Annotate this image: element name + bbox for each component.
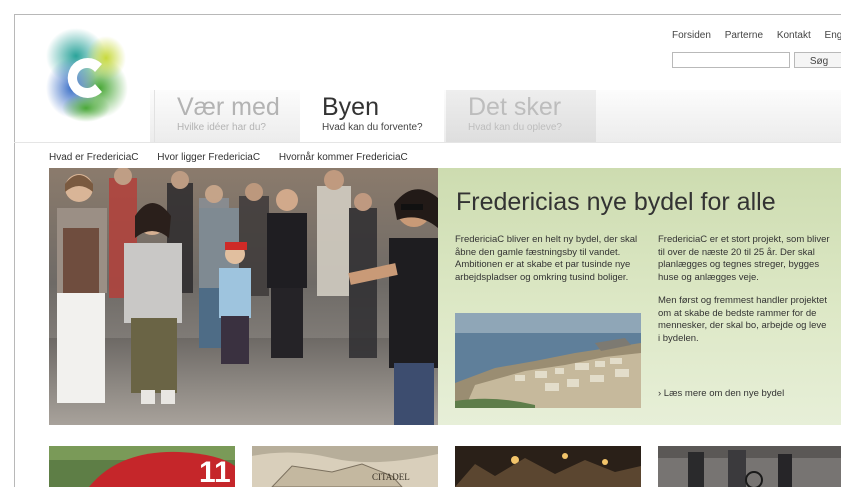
tab-byen[interactable]: Byen Hvad kan du forvente? (300, 90, 444, 142)
hero-crowd-photo (49, 168, 438, 425)
search-button[interactable]: Søg (794, 52, 841, 68)
tab-subtitle: Hvad kan du opleve? (468, 122, 562, 133)
page-frame: Forsiden Parterne Kontakt English Søg Væ… (0, 0, 841, 487)
hero-intro-text: FredericiaC bliver en helt ny bydel, der… (455, 234, 638, 283)
subnav-divider (14, 142, 841, 143)
top-nav-english[interactable]: English (825, 30, 841, 41)
tab-title: Vær med (177, 93, 280, 121)
top-nav-parterne[interactable]: Parterne (725, 30, 763, 41)
map-label: CITADEL (372, 472, 410, 482)
top-nav: Forsiden Parterne Kontakt English (672, 30, 841, 41)
aerial-harbor-photo (455, 313, 641, 408)
jersey-number: 11 (199, 456, 231, 487)
tab-subtitle: Hvad kan du forvente? (322, 122, 423, 133)
tab-title: Byen (322, 93, 379, 121)
fredericiac-logo[interactable] (46, 28, 128, 124)
hero-panel: Fredericias nye bydel for alle Frederici… (438, 168, 841, 425)
thumbnail-night-event[interactable] (455, 446, 641, 487)
tab-det-sker[interactable]: Det sker Hvad kan du opleve? (446, 90, 596, 142)
tab-title: Det sker (468, 93, 562, 121)
thumbnail-cycling[interactable] (658, 446, 841, 487)
subnav-hvor-ligger[interactable]: Hvor ligger FredericiaC (157, 152, 260, 163)
sub-nav: Hvad er FredericiaC Hvor ligger Frederic… (49, 152, 424, 163)
hero-paragraph: Men først og fremmest handler projektet … (658, 295, 827, 344)
tab-subtitle: Hvilke idéer har du? (177, 122, 266, 133)
thumbnail-sports[interactable]: 11 (49, 446, 235, 487)
top-nav-forsiden[interactable]: Forsiden (672, 30, 711, 41)
hero-paragraph: FredericiaC er et stort projekt, som bli… (658, 234, 830, 283)
hero-project-text: FredericiaC er et stort projekt, som bli… (658, 234, 830, 356)
page-top-border (14, 14, 841, 15)
subnav-hvornaar[interactable]: Hvornår kommer FredericiaC (279, 152, 408, 163)
subnav-hvad-er[interactable]: Hvad er FredericiaC (49, 152, 138, 163)
thumbnail-map[interactable]: CITADEL (252, 446, 438, 487)
tab-vaer-med[interactable]: Vær med Hvilke idéer har du? (154, 90, 298, 142)
page-left-border (14, 14, 15, 487)
top-nav-kontakt[interactable]: Kontakt (777, 30, 811, 41)
read-more-link[interactable]: › Læs mere om den nye bydel (658, 388, 784, 399)
hero-title: Fredericias nye bydel for alle (456, 188, 776, 216)
search-input[interactable] (672, 52, 790, 68)
